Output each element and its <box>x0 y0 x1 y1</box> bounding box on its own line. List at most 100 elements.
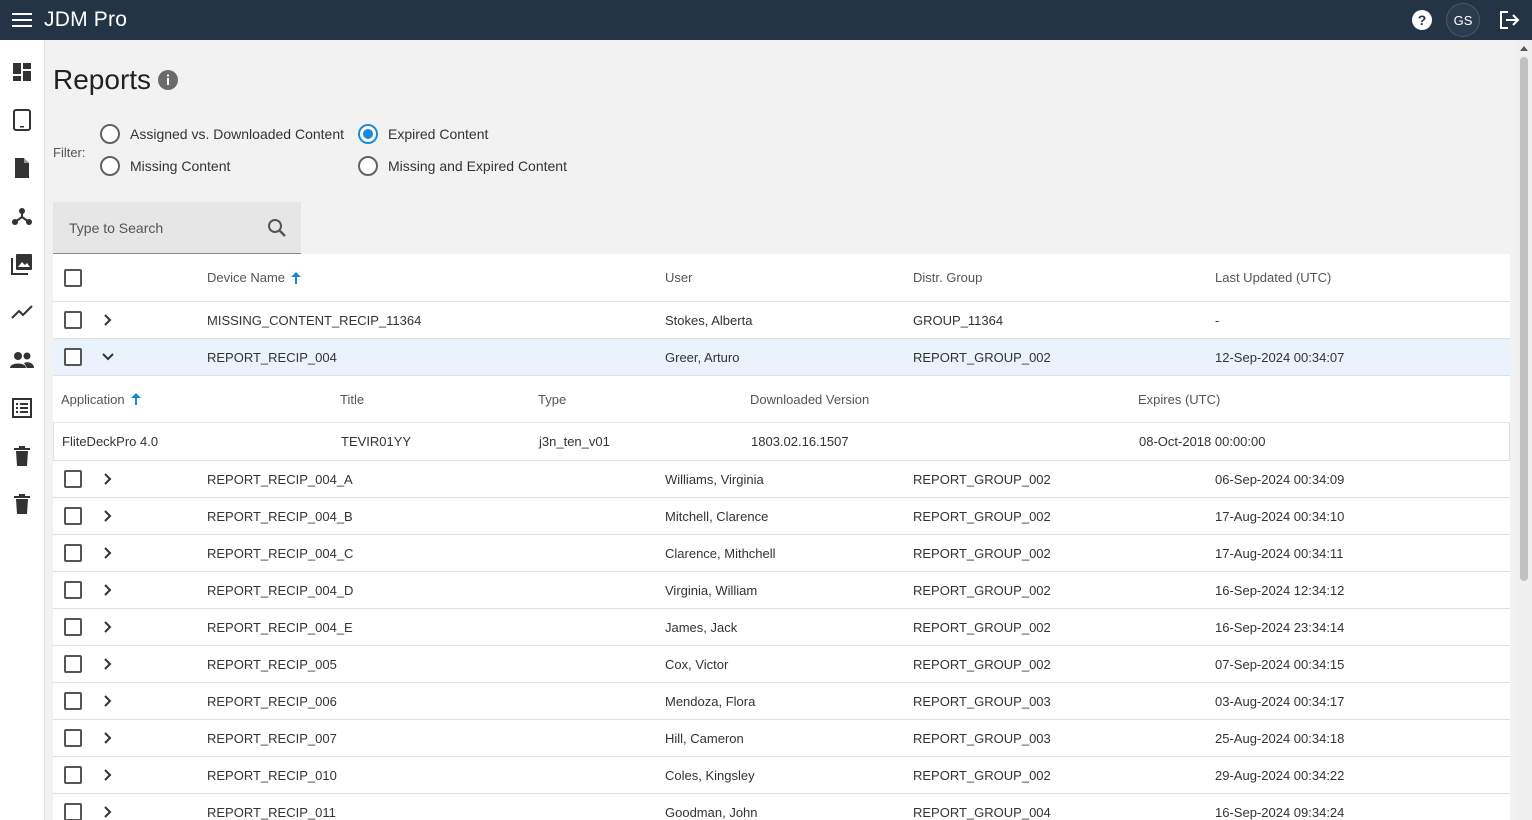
filter-radio-assigned-vs-downloaded[interactable]: Assigned vs. Downloaded Content <box>100 124 344 144</box>
subtable-row[interactable]: FliteDeckPro 4.0 TEVIR01YY j3n_ten_v01 1… <box>53 423 1510 460</box>
document-icon <box>15 158 29 178</box>
table-row[interactable]: REPORT_RECIP_005 Cox, Victor REPORT_GROU… <box>53 646 1510 683</box>
menu-button[interactable] <box>0 0 44 40</box>
sidebar-item-reports[interactable] <box>0 388 44 428</box>
table-row[interactable]: REPORT_RECIP_011 Goodman, John REPORT_GR… <box>53 794 1510 820</box>
radio-ring[interactable] <box>100 156 120 176</box>
table-row[interactable]: REPORT_RECIP_007 Hill, Cameron REPORT_GR… <box>53 720 1510 757</box>
vertical-scrollbar[interactable] <box>1515 40 1532 820</box>
logout-button[interactable] <box>1488 0 1532 40</box>
row-checkbox[interactable] <box>64 692 82 710</box>
help-button[interactable]: ? <box>1400 0 1444 40</box>
cell-type: j3n_ten_v01 <box>539 434 610 449</box>
sidebar-item-trash-secondary[interactable] <box>0 484 44 524</box>
sidebar-item-content[interactable] <box>0 148 44 188</box>
cell-last-updated: 25-Aug-2024 00:34:18 <box>1215 730 1345 746</box>
chevron-right-icon <box>104 510 112 522</box>
info-icon[interactable] <box>158 70 178 90</box>
table-row[interactable]: REPORT_RECIP_004_D Virginia, William REP… <box>53 572 1510 609</box>
scroll-thumb[interactable] <box>1520 57 1528 581</box>
search-input[interactable] <box>69 219 259 236</box>
chevron-right-icon <box>104 658 112 670</box>
cell-device-name: REPORT_RECIP_005 <box>207 656 337 672</box>
radio-ring[interactable] <box>358 156 378 176</box>
sidebar-item-analytics[interactable] <box>0 292 44 332</box>
expand-row-button[interactable] <box>99 655 117 673</box>
sidebar-item-media[interactable] <box>0 244 44 284</box>
row-checkbox[interactable] <box>64 803 82 820</box>
table-row[interactable]: REPORT_RECIP_004_A Williams, Virginia RE… <box>53 461 1510 498</box>
expand-row-button[interactable] <box>99 581 117 599</box>
table-row[interactable]: REPORT_RECIP_006 Mendoza, Flora REPORT_G… <box>53 683 1510 720</box>
search-icon[interactable] <box>267 218 287 238</box>
expand-row-button[interactable] <box>99 618 117 636</box>
column-header-device-name[interactable]: Device Name <box>207 254 302 301</box>
expand-row-button[interactable] <box>99 803 117 820</box>
cell-last-updated: 29-Aug-2024 00:34:22 <box>1215 767 1345 783</box>
sort-ascending-icon[interactable] <box>130 393 141 405</box>
expand-row-button[interactable] <box>99 507 117 525</box>
chevron-right-icon <box>104 621 112 633</box>
column-header-application[interactable]: Application <box>61 376 141 422</box>
row-checkbox[interactable] <box>64 544 82 562</box>
network-icon <box>12 208 32 225</box>
filter-radio-expired-content[interactable]: Expired Content <box>358 124 488 144</box>
column-header-title[interactable]: Title <box>340 376 364 422</box>
radio-ring[interactable] <box>100 124 120 144</box>
sort-ascending-icon[interactable] <box>291 271 302 284</box>
radio-ring[interactable] <box>358 124 378 144</box>
filter-radio-missing-and-expired[interactable]: Missing and Expired Content <box>358 156 567 176</box>
expand-row-button[interactable] <box>99 311 117 329</box>
column-header-expires[interactable]: Expires (UTC) <box>1138 376 1220 422</box>
column-header-downloaded-version[interactable]: Downloaded Version <box>750 376 869 422</box>
expand-row-button[interactable] <box>99 692 117 710</box>
sidebar-item-distribution[interactable] <box>0 196 44 236</box>
row-checkbox[interactable] <box>64 655 82 673</box>
dashboard-icon <box>13 63 31 81</box>
table-row[interactable]: REPORT_RECIP_004_C Clarence, Mithchell R… <box>53 535 1510 572</box>
svg-text:?: ? <box>1418 12 1427 28</box>
row-checkbox[interactable] <box>64 766 82 784</box>
expand-row-button[interactable] <box>99 766 117 784</box>
sidebar <box>0 40 45 820</box>
column-header-user[interactable]: User <box>665 254 692 301</box>
cell-title: TEVIR01YY <box>341 434 412 449</box>
table-row[interactable]: REPORT_RECIP_004_B Mitchell, Clarence RE… <box>53 498 1510 535</box>
radio-selected-dot <box>363 129 373 139</box>
chevron-right-icon <box>104 314 112 326</box>
sidebar-item-dashboard[interactable] <box>0 52 44 92</box>
column-header-type[interactable]: Type <box>538 376 566 422</box>
sidebar-item-devices[interactable] <box>0 100 44 140</box>
row-checkbox[interactable] <box>64 507 82 525</box>
filter-radio-missing-content[interactable]: Missing Content <box>100 156 230 176</box>
expand-row-button[interactable] <box>99 470 117 488</box>
cell-user: Clarence, Mithchell <box>665 545 776 561</box>
sidebar-item-trash[interactable] <box>0 436 44 476</box>
collapse-row-button[interactable] <box>99 348 117 366</box>
row-checkbox[interactable] <box>64 348 82 366</box>
chevron-right-icon <box>104 547 112 559</box>
user-avatar[interactable]: GS <box>1446 3 1480 37</box>
row-checkbox[interactable] <box>64 470 82 488</box>
row-checkbox[interactable] <box>64 581 82 599</box>
expand-row-button[interactable] <box>99 544 117 562</box>
cell-device-name: REPORT_RECIP_010 <box>207 767 337 783</box>
scroll-up-icon <box>1519 46 1528 51</box>
cell-user: Hill, Cameron <box>665 730 744 746</box>
select-all-checkbox[interactable] <box>64 268 82 287</box>
expand-row-button[interactable] <box>99 729 117 747</box>
row-checkbox[interactable] <box>64 729 82 747</box>
cell-distr-group: GROUP_11364 <box>913 312 1004 328</box>
cell-user: Williams, Virginia <box>665 471 764 487</box>
table-row[interactable]: REPORT_RECIP_004_E James, Jack REPORT_GR… <box>53 609 1510 646</box>
scroll-up-button[interactable] <box>1515 40 1532 57</box>
sidebar-item-users[interactable] <box>0 340 44 380</box>
table-row-expanded[interactable]: REPORT_RECIP_004 Greer, Arturo REPORT_GR… <box>53 339 1510 376</box>
column-header-distr-group[interactable]: Distr. Group <box>913 254 982 301</box>
column-header-last-updated[interactable]: Last Updated (UTC) <box>1215 254 1331 301</box>
table-row[interactable]: REPORT_RECIP_010 Coles, Kingsley REPORT_… <box>53 757 1510 794</box>
search-box[interactable] <box>53 202 301 254</box>
table-row[interactable]: MISSING_CONTENT_RECIP_11364 Stokes, Albe… <box>53 302 1510 339</box>
row-checkbox[interactable] <box>64 311 82 329</box>
row-checkbox[interactable] <box>64 618 82 636</box>
